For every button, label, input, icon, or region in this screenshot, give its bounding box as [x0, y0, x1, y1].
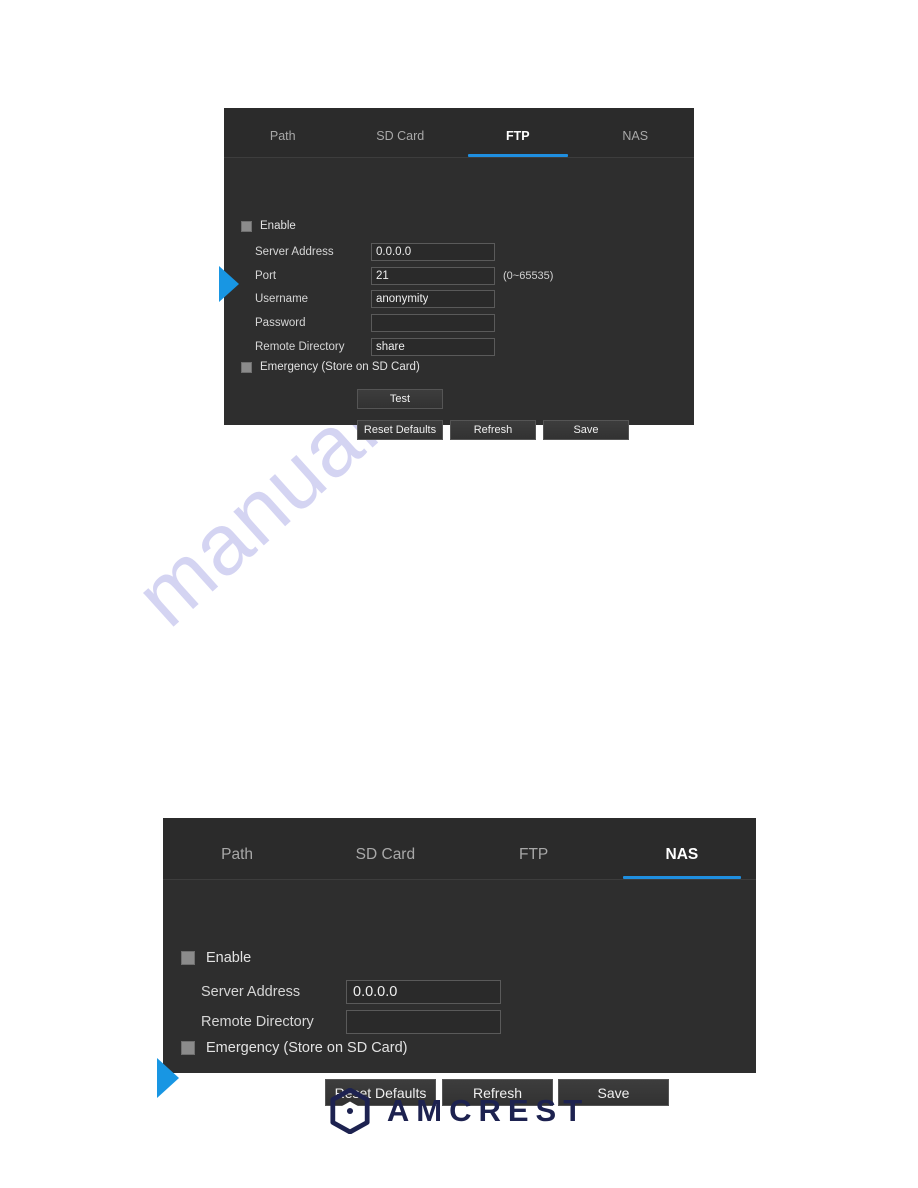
ftp-username-input[interactable]: anonymity	[371, 290, 495, 308]
tab-nas[interactable]: NAS	[577, 107, 695, 157]
nas-form-body: Enable Server Address 0.0.0.0 Remote Dir…	[157, 880, 756, 1106]
ftp-enable-checkbox[interactable]	[241, 220, 252, 232]
tab-path-underline	[233, 154, 333, 157]
nas-tab-path-underline	[178, 876, 296, 879]
nas-tab-sd-card-underline	[326, 876, 444, 879]
nas-tab-bar: Path SD Card FTP NAS	[163, 818, 756, 880]
nas-tab-ftp-label: FTP	[518, 846, 549, 863]
tab-path[interactable]: Path	[224, 107, 342, 157]
nas-emergency-checkbox[interactable]	[181, 1041, 195, 1055]
nas-tab-path[interactable]: Path	[163, 817, 311, 879]
nas-enable-checkbox[interactable]	[181, 951, 195, 965]
tab-ftp-underline	[467, 154, 568, 157]
tab-sd-card[interactable]: SD Card	[342, 107, 460, 157]
nas-tab-ftp-underline	[475, 876, 593, 879]
tab-path-label: Path	[269, 129, 296, 143]
nas-tab-nas-label: NAS	[665, 846, 699, 863]
tab-sd-card-label: SD Card	[376, 129, 425, 143]
ftp-form-body: Enable Server Address 0.0.0.0 Port 21 (0…	[219, 158, 694, 440]
nas-tab-nas[interactable]: NAS	[608, 817, 756, 879]
amcrest-logo: AMCREST	[0, 1087, 918, 1135]
ftp-settings-panel: Path SD Card FTP NAS Enable Server Addre…	[219, 108, 694, 440]
nas-tab-nas-underline	[622, 876, 741, 879]
nas-emergency-label: Emergency (Store on SD Card)	[206, 1040, 408, 1056]
ftp-port-label: Port	[255, 270, 277, 282]
left-edge-blue-arrow	[219, 266, 239, 302]
ftp-username-row: Username anonymity	[255, 290, 495, 308]
ftp-remote-directory-label: Remote Directory	[255, 341, 345, 353]
tab-ftp-label: FTP	[505, 129, 530, 143]
nas-tab-ftp[interactable]: FTP	[460, 817, 608, 879]
nas-server-address-label: Server Address	[201, 984, 301, 1000]
ftp-server-address-input[interactable]: 0.0.0.0	[371, 243, 495, 261]
amcrest-wordmark: AMCREST	[386, 1093, 590, 1128]
tab-ftp[interactable]: FTP	[459, 107, 577, 157]
ftp-emergency-checkbox[interactable]	[241, 361, 252, 373]
ftp-refresh-button[interactable]: Refresh	[450, 420, 536, 440]
nas-remote-directory-row: Remote Directory	[201, 1010, 501, 1034]
nas-remote-directory-label: Remote Directory	[201, 1014, 314, 1030]
ftp-password-label: Password	[255, 317, 306, 329]
tab-nas-label: NAS	[622, 129, 649, 143]
ftp-port-row: Port 21 (0~65535)	[255, 267, 553, 285]
ftp-username-label: Username	[255, 293, 309, 305]
nas-emergency-row[interactable]: Emergency (Store on SD Card)	[181, 1040, 407, 1056]
ftp-password-input[interactable]	[371, 314, 495, 332]
nas-enable-row[interactable]: Enable	[181, 950, 251, 966]
amcrest-hexagon-icon	[329, 1087, 371, 1135]
ftp-save-button[interactable]: Save	[543, 420, 629, 440]
ftp-port-input[interactable]: 21	[371, 267, 495, 285]
ftp-password-row: Password	[255, 314, 495, 332]
ftp-tab-bar: Path SD Card FTP NAS	[224, 108, 694, 158]
ftp-emergency-row[interactable]: Emergency (Store on SD Card)	[241, 361, 420, 373]
nas-server-address-row: Server Address 0.0.0.0	[201, 980, 501, 1004]
tab-nas-underline	[585, 154, 685, 157]
ftp-emergency-label: Emergency (Store on SD Card)	[260, 361, 420, 373]
ftp-server-address-row: Server Address 0.0.0.0	[255, 243, 495, 261]
tab-sd-card-underline	[350, 154, 450, 157]
nas-settings-panel: Path SD Card FTP NAS Enable Server Addre…	[157, 818, 756, 1106]
nas-enable-label: Enable	[206, 950, 252, 966]
nas-tab-sd-card-label: SD Card	[355, 846, 416, 863]
ftp-remote-directory-row: Remote Directory share	[255, 338, 495, 356]
ftp-enable-label: Enable	[260, 220, 296, 232]
ftp-server-address-label: Server Address	[255, 246, 334, 258]
nas-tab-sd-card[interactable]: SD Card	[311, 817, 459, 879]
nas-server-address-input[interactable]: 0.0.0.0	[346, 980, 501, 1004]
ftp-test-button[interactable]: Test	[357, 389, 443, 409]
nas-tab-path-label: Path	[221, 846, 254, 863]
ftp-port-range-hint: (0~65535)	[503, 270, 554, 282]
ftp-enable-row[interactable]: Enable	[241, 220, 296, 232]
ftp-reset-defaults-button[interactable]: Reset Defaults	[357, 420, 443, 440]
nas-remote-directory-input[interactable]	[346, 1010, 501, 1034]
ftp-remote-directory-input[interactable]: share	[371, 338, 495, 356]
